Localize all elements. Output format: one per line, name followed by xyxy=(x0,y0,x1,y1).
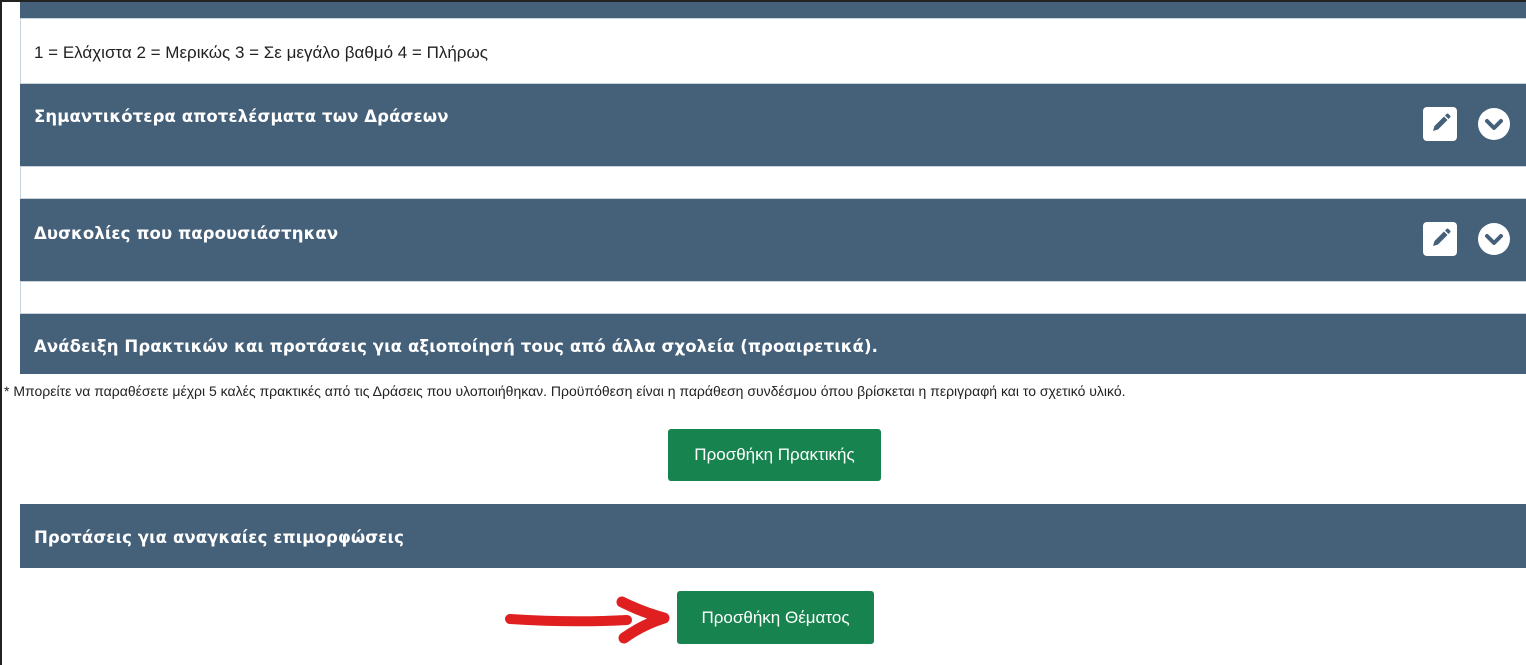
results-expand-button[interactable] xyxy=(1478,108,1510,140)
trainings-section-header: Προτάσεις για αναγκαίες επιμορφώσεις xyxy=(20,504,1526,568)
results-content-row xyxy=(20,166,1526,199)
practices-section-title: Ανάδειξη Πρακτικών και προτάσεις για αξι… xyxy=(34,337,878,356)
pencil-icon xyxy=(1433,113,1451,131)
practices-note: * Μπορείτε να παραθέσετε μέχρι 5 καλές π… xyxy=(4,383,1126,399)
add-practice-button[interactable]: Προσθήκη Πρακτικής xyxy=(668,429,881,481)
difficulties-expand-button[interactable] xyxy=(1478,223,1510,255)
red-arrow-icon xyxy=(505,596,670,644)
pencil-icon xyxy=(1433,228,1451,246)
results-edit-button[interactable] xyxy=(1423,107,1457,141)
difficulties-edit-button[interactable] xyxy=(1423,222,1457,256)
difficulties-section-title: Δυσκολίες που παρουσιάστηκαν xyxy=(34,224,339,243)
scale-legend-row: 1 = Ελάχιστα 2 = Μερικώς 3 = Σε μεγάλο β… xyxy=(20,18,1526,84)
add-topic-button[interactable]: Προσθήκη Θέματος xyxy=(677,591,874,644)
top-section-bar xyxy=(20,2,1526,18)
practices-section-header: Ανάδειξη Πρακτικών και προτάσεις για αξι… xyxy=(20,314,1526,374)
difficulties-content-row xyxy=(20,281,1526,314)
results-section-header[interactable]: Σημαντικότερα αποτελέσματα των Δράσεων xyxy=(20,84,1526,166)
results-section-title: Σημαντικότερα αποτελέσματα των Δράσεων xyxy=(34,107,449,126)
trainings-section-title: Προτάσεις για αναγκαίες επιμορφώσεις xyxy=(34,528,404,547)
scale-legend-text: 1 = Ελάχιστα 2 = Μερικώς 3 = Σε μεγάλο β… xyxy=(34,43,488,62)
difficulties-section-header[interactable]: Δυσκολίες που παρουσιάστηκαν xyxy=(20,199,1526,281)
chevron-down-icon xyxy=(1485,234,1503,245)
page-frame: 1 = Ελάχιστα 2 = Μερικώς 3 = Σε μεγάλο β… xyxy=(0,0,1526,665)
chevron-down-icon xyxy=(1485,119,1503,130)
